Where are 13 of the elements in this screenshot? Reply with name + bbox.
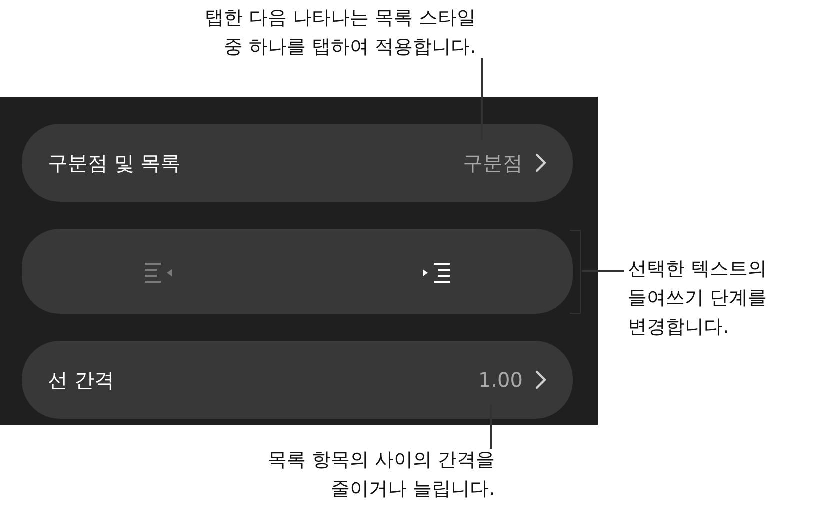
chevron-icon <box>535 153 547 173</box>
callout-text: 선택한 텍스트의 들여쓰기 단계를 변경합니다. <box>628 257 768 340</box>
disclosure-row[interactable]: 선 간격 1.00 <box>22 341 573 419</box>
callout-text: 목록 항목의 사이의 간격을 줄이거나 늘립니다. <box>266 448 495 502</box>
leader-line <box>490 405 492 449</box>
disclosure-row[interactable]: 구분점 및 목록 구분점 <box>22 124 573 202</box>
chevron-icon <box>535 370 547 390</box>
callout-text: 탭한 다음 나타나는 목록 스타일 중 하나를 탭하여 적용합니다. <box>204 6 476 60</box>
row-value: 1.00 <box>478 368 523 392</box>
row-label: 선 간격 <box>48 366 114 394</box>
row-label: 구분점 및 목록 <box>48 150 181 176</box>
leader-line <box>582 270 624 272</box>
row-value: 구분점 <box>463 150 523 176</box>
